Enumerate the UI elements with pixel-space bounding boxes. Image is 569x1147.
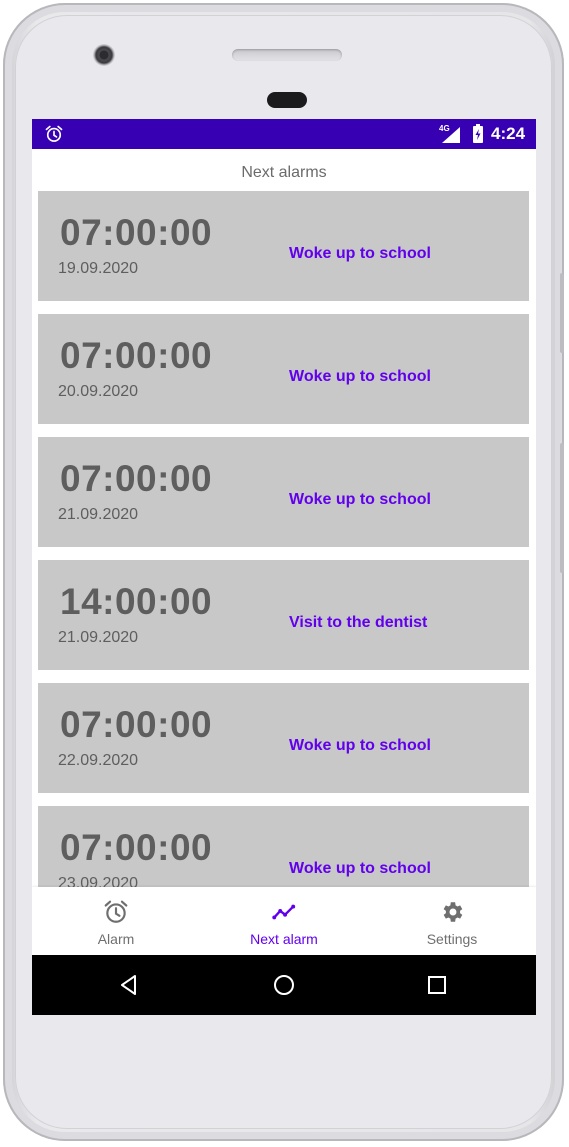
alarm-date: 20.09.2020 bbox=[58, 383, 139, 400]
alarm-card[interactable]: 07:00:00 23.09.2020 Woke up to school bbox=[38, 806, 529, 887]
front-camera bbox=[93, 44, 115, 66]
alarm-clock-icon bbox=[104, 900, 128, 923]
alarm-date: 23.09.2020 bbox=[58, 875, 139, 887]
recents-icon[interactable] bbox=[425, 973, 449, 997]
alarm-time: 07:00:00 bbox=[60, 827, 213, 868]
earpiece-speaker bbox=[232, 49, 342, 61]
alarm-card[interactable]: 07:00:00 22.09.2020 Woke up to school bbox=[38, 683, 529, 793]
signal-icon: 4G bbox=[438, 124, 464, 144]
status-bar: 4G 4:24 bbox=[32, 119, 536, 149]
battery-charging-icon bbox=[473, 124, 483, 143]
screen: 4G 4:24 Next alarms 07:00:00 19.09.2020 … bbox=[32, 119, 536, 1015]
alarm-card[interactable]: 07:00:00 21.09.2020 Woke up to school bbox=[38, 437, 529, 547]
volume-button bbox=[560, 443, 564, 573]
alarm-date: 21.09.2020 bbox=[58, 506, 139, 523]
alarm-card[interactable]: 07:00:00 19.09.2020 Woke up to school bbox=[38, 191, 529, 301]
home-icon[interactable] bbox=[272, 973, 296, 997]
alarm-date: 22.09.2020 bbox=[58, 752, 139, 769]
alarm-list[interactable]: 07:00:00 19.09.2020 Woke up to school 07… bbox=[38, 191, 529, 887]
gear-icon bbox=[443, 902, 463, 922]
alarm-time: 07:00:00 bbox=[60, 704, 213, 745]
nav-label-alarm: Alarm bbox=[97, 931, 135, 947]
alarm-time: 07:00:00 bbox=[60, 458, 213, 499]
alarm-label: Woke up to school bbox=[289, 860, 431, 877]
nav-item-settings[interactable]: Settings bbox=[368, 887, 536, 955]
alarm-label: Woke up to school bbox=[289, 491, 431, 508]
alarm-label: Woke up to school bbox=[289, 245, 431, 262]
status-time: 4:24 bbox=[491, 124, 526, 143]
alarm-card[interactable]: 14:00:00 21.09.2020 Visit to the dentist bbox=[38, 560, 529, 670]
alarm-date: 21.09.2020 bbox=[58, 629, 139, 646]
nav-item-next-alarm[interactable]: Next alarm bbox=[200, 887, 368, 955]
nav-label-next-alarm: Next alarm bbox=[250, 931, 318, 947]
page-title: Next alarms bbox=[241, 164, 327, 181]
alarm-label: Visit to the dentist bbox=[289, 614, 428, 631]
nav-item-alarm[interactable]: Alarm bbox=[32, 887, 200, 955]
system-navigation-bar bbox=[32, 955, 536, 1015]
alarm-label: Woke up to school bbox=[289, 737, 431, 754]
alarm-card[interactable]: 07:00:00 20.09.2020 Woke up to school bbox=[38, 314, 529, 424]
proximity-sensor bbox=[267, 92, 307, 108]
nav-label-settings: Settings bbox=[426, 931, 478, 947]
alarm-time: 07:00:00 bbox=[60, 335, 213, 376]
alarm-time: 07:00:00 bbox=[60, 212, 213, 253]
alarm-date: 19.09.2020 bbox=[58, 260, 139, 277]
alarm-time: 14:00:00 bbox=[60, 581, 213, 622]
bottom-navigation: Alarm Next alarm Settings bbox=[32, 887, 536, 955]
trending-icon bbox=[272, 904, 296, 920]
alarm-label: Woke up to school bbox=[289, 368, 431, 385]
back-icon[interactable] bbox=[117, 973, 141, 997]
phone-frame: 4G 4:24 Next alarms 07:00:00 19.09.2020 … bbox=[3, 3, 564, 1141]
alarm-icon bbox=[45, 125, 63, 142]
power-button bbox=[560, 273, 564, 353]
